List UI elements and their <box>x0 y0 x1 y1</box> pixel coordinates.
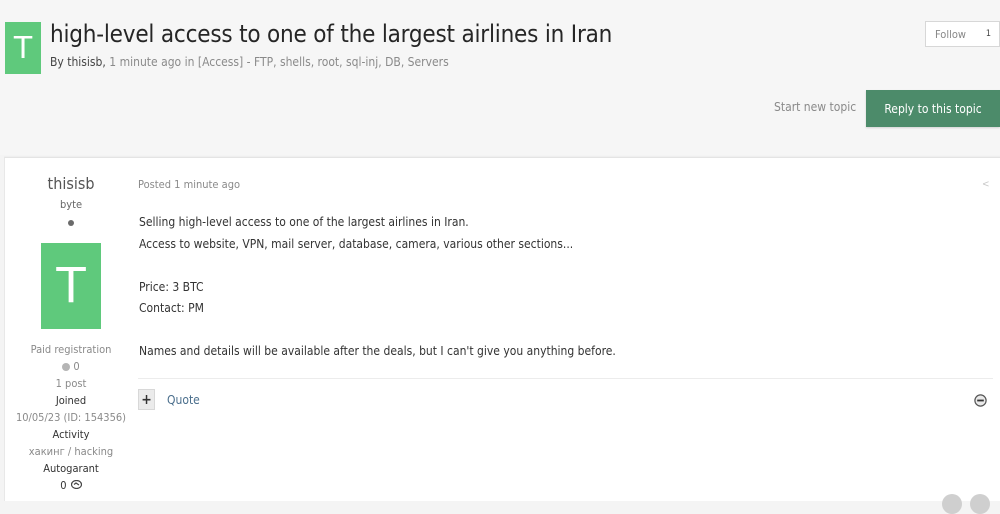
meta-by: By <box>50 55 64 69</box>
autogarant-count: 0 <box>60 479 67 492</box>
follow-label: Follow <box>935 28 967 41</box>
post-content: Selling high-level access to one of the … <box>139 212 959 363</box>
meta-time: 1 minute ago <box>109 55 182 69</box>
reply-to-topic-button[interactable]: Reply to this topic <box>866 90 1000 127</box>
author-reputation: 0 <box>5 360 137 374</box>
post-line: Contact: PM <box>139 301 204 315</box>
follow-button[interactable]: Follow 1 <box>925 21 1000 47</box>
joined-value: 10/05/23 (ID: 154356) <box>15 411 127 424</box>
topic-header: T high-level access to one of the larges… <box>0 0 1000 155</box>
autogarant-label: Autogarant <box>43 462 99 475</box>
scroll-circle-icon[interactable] <box>970 494 990 514</box>
post-divider <box>138 378 993 379</box>
post-line <box>139 320 959 342</box>
author-rank: byte <box>59 198 83 211</box>
scroll-circle-icon[interactable] <box>942 494 962 514</box>
share-icon[interactable]: < <box>982 179 990 190</box>
reaction-icon[interactable] <box>974 394 987 407</box>
author-panel: thisisb byte T Paid registration 0 1 pos… <box>5 158 137 501</box>
follow-count: 1 <box>985 29 991 39</box>
activity-value: хакинг / hacking <box>28 445 114 458</box>
autogarant-value: 0 <box>5 479 137 494</box>
post-line: Price: 3 BTC <box>139 279 204 294</box>
post-line: Names and details will be available afte… <box>139 344 616 358</box>
post-container: thisisb byte T Paid registration 0 1 pos… <box>4 157 1000 501</box>
meta-author-link[interactable]: thisisb <box>67 55 102 69</box>
post-date: Posted 1 minute ago <box>138 178 241 191</box>
meta-forum-link[interactable]: [Access] - FTP, shells, root, sql-inj, D… <box>198 55 449 69</box>
quote-button[interactable]: Quote <box>167 393 200 407</box>
online-status-icon <box>68 220 74 226</box>
start-new-topic-link[interactable]: Start new topic <box>774 100 856 114</box>
post-line: Selling high-level access to one of the … <box>139 215 469 229</box>
author-avatar[interactable]: T <box>41 243 101 329</box>
post-line: Access to website, VPN, mail server, dat… <box>139 236 574 251</box>
meta-in: in <box>184 55 195 69</box>
reputation-icon <box>62 363 71 371</box>
author-name-link[interactable]: thisisb <box>5 174 137 193</box>
author-group: Paid registration <box>30 343 112 356</box>
reputation-value: 0 <box>73 360 80 373</box>
author-post-count[interactable]: 1 post <box>5 377 137 391</box>
page-title: high-level access to one of the largest … <box>50 20 613 48</box>
multiquote-add-button[interactable]: + <box>138 389 155 410</box>
topic-author-avatar[interactable]: T <box>5 22 41 74</box>
post-line <box>139 255 959 277</box>
topic-meta: By thisisb, 1 minute ago in [Access] - F… <box>50 55 449 69</box>
joined-label: Joined <box>55 394 87 407</box>
activity-label: Activity <box>52 428 90 441</box>
handshake-icon <box>70 479 82 494</box>
